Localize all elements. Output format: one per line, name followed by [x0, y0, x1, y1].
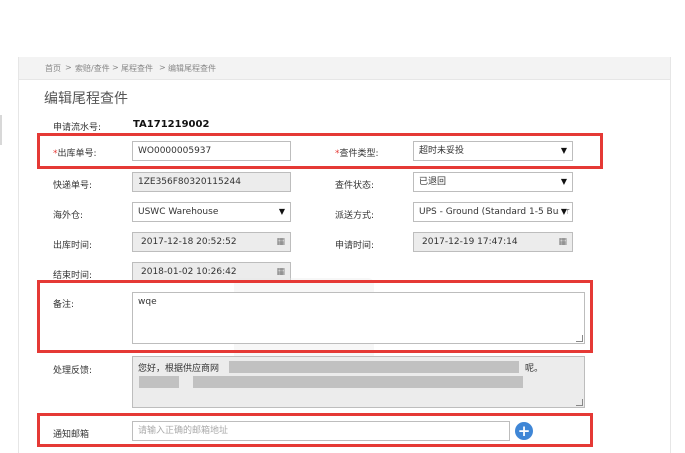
- breadcrumb-home[interactable]: 首页: [45, 63, 61, 74]
- status-select[interactable]: 已退回 ▼: [413, 172, 573, 192]
- redacted-text: [193, 376, 523, 388]
- edit-panel: 首页 > 索赔/查件 > 尾程查件 > 编辑尾程查件 编辑尾程查件 申请流水号:…: [18, 57, 671, 453]
- apply-time-field: 2017-12-19 17:47:14 ▦: [413, 232, 573, 252]
- feedback-text-start: 您好，根据供应商网: [138, 364, 220, 374]
- shipping-method-select[interactable]: UPS - Ground (Standard 1-5 Busir ▼: [413, 202, 573, 222]
- breadcrumb-current: 编辑尾程查件: [168, 64, 216, 73]
- chevron-down-icon: ▼: [560, 177, 567, 186]
- redacted-text: [229, 361, 519, 373]
- highlight-box-email: [37, 413, 593, 447]
- breadcrumb-sep: >: [112, 63, 119, 72]
- chevron-down-icon: ▼: [278, 207, 285, 216]
- outbound-time-label: 出库时间:: [53, 241, 93, 251]
- serial-value: TA171219002: [133, 119, 210, 130]
- breadcrumb-claims[interactable]: 索赔/查件: [75, 63, 110, 74]
- warehouse-label: 海外仓:: [53, 211, 84, 221]
- serial-label: 申请流水号:: [53, 123, 102, 133]
- page-edge-marker: [0, 115, 2, 145]
- breadcrumb-sep: >: [159, 63, 166, 72]
- warehouse-select[interactable]: USWC Warehouse ▼: [132, 202, 291, 222]
- outbound-time-field: 2017-12-18 20:52:52 ▦: [132, 232, 291, 252]
- page-title: 编辑尾程查件: [44, 91, 128, 107]
- resize-handle[interactable]: [576, 399, 583, 406]
- breadcrumb-lastmile[interactable]: 尾程查件: [121, 63, 153, 74]
- breadcrumb-sep: >: [65, 63, 72, 72]
- breadcrumb: 首页 > 索赔/查件 > 尾程查件 > 编辑尾程查件: [19, 57, 670, 80]
- calendar-icon: ▦: [558, 237, 567, 247]
- calendar-icon: ▦: [276, 237, 285, 247]
- apply-time-label: 申请时间:: [335, 241, 375, 251]
- feedback-label: 处理反馈:: [53, 366, 93, 376]
- highlight-box-outbound-row: [37, 133, 603, 169]
- feedback-text-end: 呢。: [525, 364, 544, 374]
- chevron-down-icon: ▼: [558, 203, 567, 221]
- shipping-label: 派送方式:: [335, 211, 375, 221]
- feedback-textarea: 您好，根据供应商网 呢。: [132, 356, 585, 408]
- highlight-box-remark: [37, 280, 593, 353]
- tracking-number-field: 1ZE356F80320115244: [132, 172, 291, 192]
- status-label: 查件状态:: [335, 181, 375, 191]
- redacted-text: [139, 376, 179, 388]
- tracking-label: 快递单号:: [53, 181, 93, 191]
